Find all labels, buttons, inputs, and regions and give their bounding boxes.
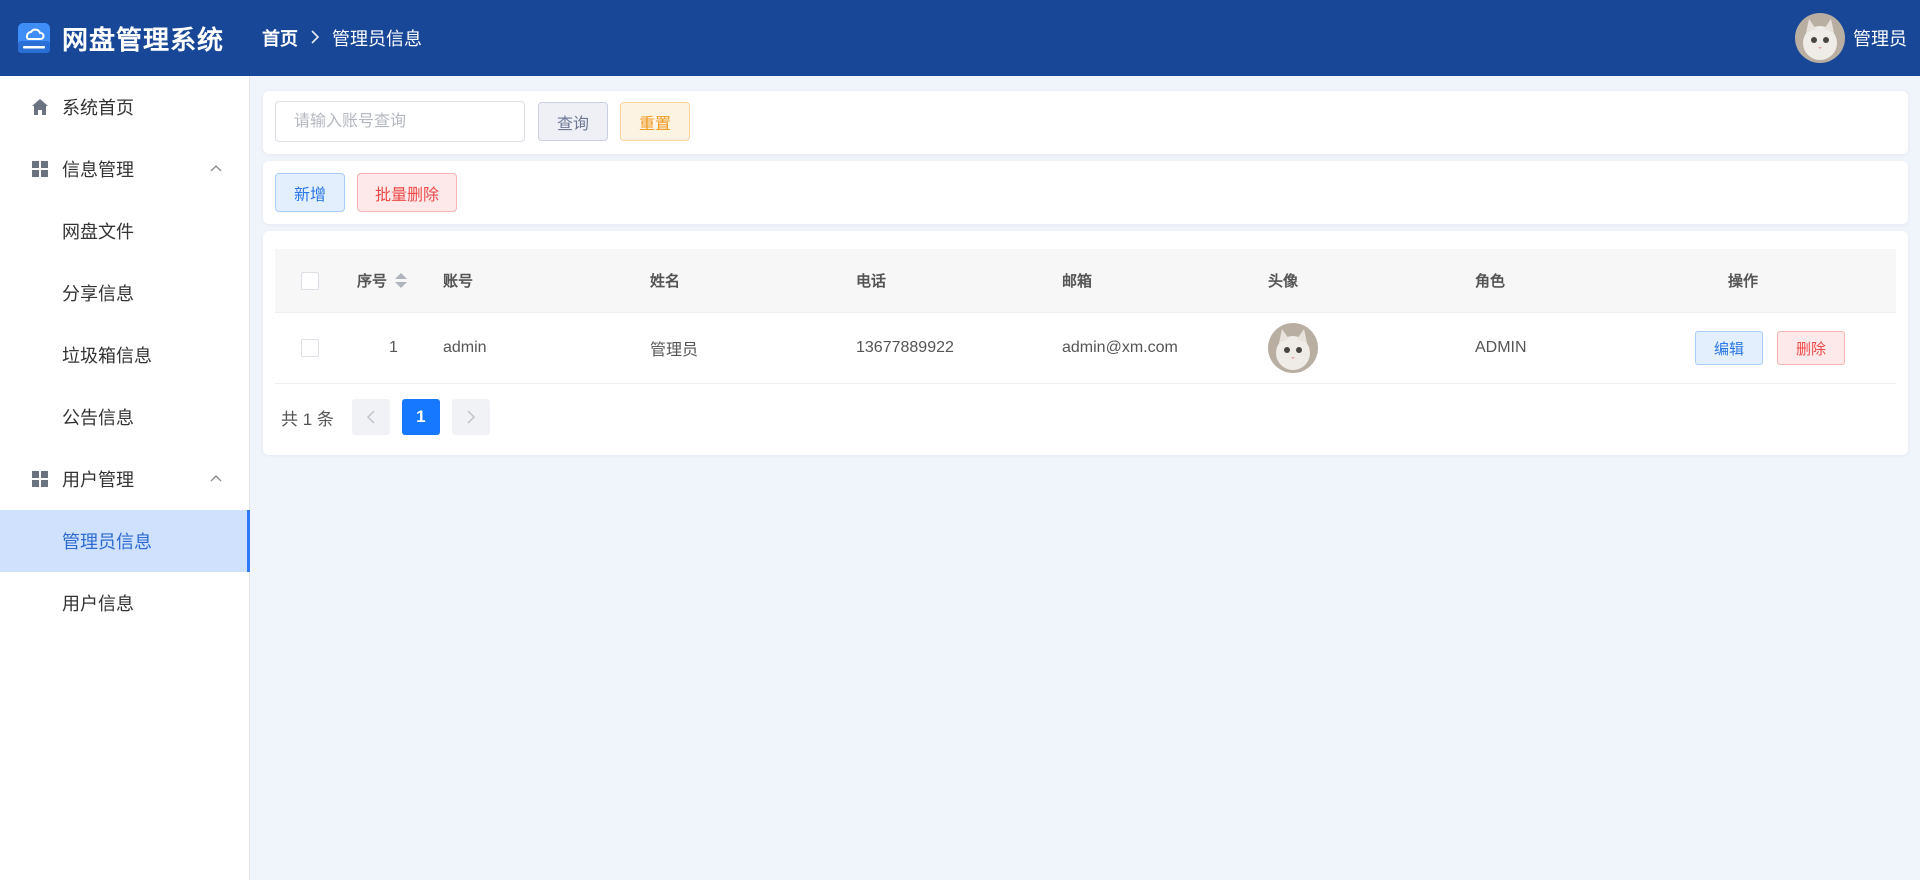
prev-page-button[interactable] (351, 399, 390, 435)
search-input[interactable] (275, 101, 525, 142)
sidebar-item-label: 分享信息 (62, 284, 134, 304)
sort-icon[interactable] (395, 273, 408, 288)
column-header-name: 姓名 (650, 273, 681, 290)
table-panel: 序号 账号 姓名 电话 邮箱 头像 角色 操作 1 admin 管理员 1367… (263, 231, 1908, 455)
chevron-left-icon (366, 410, 375, 424)
cell-name: 管理员 (650, 342, 699, 359)
chevron-right-icon (467, 410, 475, 424)
sidebar-item-label: 系统首页 (62, 98, 134, 118)
column-header-actions: 操作 (1728, 273, 1759, 290)
chevron-up-icon (210, 165, 222, 172)
grid-icon (32, 471, 48, 487)
column-header-phone: 电话 (856, 273, 887, 290)
sidebar-item-label: 垃圾箱信息 (62, 346, 152, 366)
select-all-cell (301, 249, 319, 312)
delete-button[interactable]: 删除 (1777, 331, 1845, 365)
sidebar-item-notices[interactable]: 公告信息 (0, 386, 249, 448)
pagination: 共 1 条 1 (281, 399, 502, 435)
cell-role: ADMIN (1475, 339, 1527, 356)
sidebar: 系统首页 信息管理 网盘文件 分享信息 垃圾箱信息 公告信息 用户管理 管理员信… (0, 76, 250, 880)
column-header-index[interactable]: 序号 (357, 249, 408, 312)
sidebar-item-home[interactable]: 系统首页 (0, 76, 249, 138)
sidebar-group-label: 信息管理 (62, 160, 134, 180)
grid-icon (32, 161, 48, 177)
sidebar-item-shares[interactable]: 分享信息 (0, 262, 249, 324)
avatar[interactable] (1268, 323, 1318, 373)
user-menu[interactable]: 管理员 (1795, 0, 1907, 76)
top-header: 网盘管理系统 首页 管理员信息 管理员 (0, 0, 1920, 76)
table-row: 1 admin 管理员 13677889922 admin@xm.com ADM… (275, 313, 1896, 384)
row-checkbox[interactable] (301, 339, 319, 357)
cat-avatar-icon (1268, 323, 1318, 373)
cell-index: 1 (389, 339, 398, 356)
next-page-button[interactable] (451, 399, 490, 435)
user-name[interactable]: 管理员 (1853, 25, 1907, 51)
breadcrumb: 首页 管理员信息 (262, 25, 422, 51)
chevron-up-icon (210, 475, 222, 482)
sidebar-item-admin-info[interactable]: 管理员信息 (0, 510, 250, 572)
column-header-role: 角色 (1475, 273, 1506, 290)
edit-button[interactable]: 编辑 (1695, 331, 1763, 365)
row-select-cell (301, 313, 319, 383)
chevron-right-icon (310, 28, 320, 49)
breadcrumb-current: 管理员信息 (332, 29, 422, 49)
sidebar-item-label: 用户信息 (62, 594, 134, 614)
column-header-email: 邮箱 (1062, 273, 1093, 290)
cell-avatar (1268, 313, 1318, 383)
batch-delete-button[interactable]: 批量删除 (357, 173, 457, 212)
sidebar-item-label: 公告信息 (62, 408, 134, 428)
pagination-total: 共 1 条 (281, 409, 334, 429)
add-button[interactable]: 新增 (275, 173, 345, 212)
sidebar-item-files[interactable]: 网盘文件 (0, 200, 249, 262)
cell-email: admin@xm.com (1062, 339, 1178, 356)
cell-username: admin (443, 339, 487, 356)
breadcrumb-home[interactable]: 首页 (262, 25, 298, 51)
sidebar-item-trash[interactable]: 垃圾箱信息 (0, 324, 249, 386)
avatar[interactable] (1795, 13, 1845, 63)
sidebar-item-label: 网盘文件 (62, 222, 134, 242)
select-all-checkbox[interactable] (301, 271, 319, 290)
sidebar-group-info[interactable]: 信息管理 (0, 138, 249, 200)
sidebar-item-label: 管理员信息 (62, 532, 152, 552)
sidebar-group-users[interactable]: 用户管理 (0, 448, 249, 510)
operation-panel: 新增 批量删除 (263, 161, 1908, 224)
home-icon (32, 99, 48, 115)
sidebar-group-label: 用户管理 (62, 470, 134, 490)
cloud-drive-icon (18, 23, 50, 53)
reset-button[interactable]: 重置 (620, 102, 690, 141)
cat-avatar-icon (1795, 13, 1845, 63)
search-panel: 查询 重置 (263, 91, 1908, 154)
page-number-button[interactable]: 1 (401, 399, 440, 435)
app-title: 网盘管理系统 (62, 24, 225, 55)
logo: 网盘管理系统 (0, 20, 250, 57)
table-header: 序号 账号 姓名 电话 邮箱 头像 角色 操作 (275, 249, 1896, 313)
cell-phone: 13677889922 (856, 339, 954, 356)
query-button[interactable]: 查询 (538, 102, 608, 141)
column-header-username: 账号 (443, 273, 474, 290)
column-header-avatar: 头像 (1268, 273, 1299, 290)
sidebar-item-user-info[interactable]: 用户信息 (0, 572, 249, 634)
column-header-label: 序号 (357, 273, 388, 290)
